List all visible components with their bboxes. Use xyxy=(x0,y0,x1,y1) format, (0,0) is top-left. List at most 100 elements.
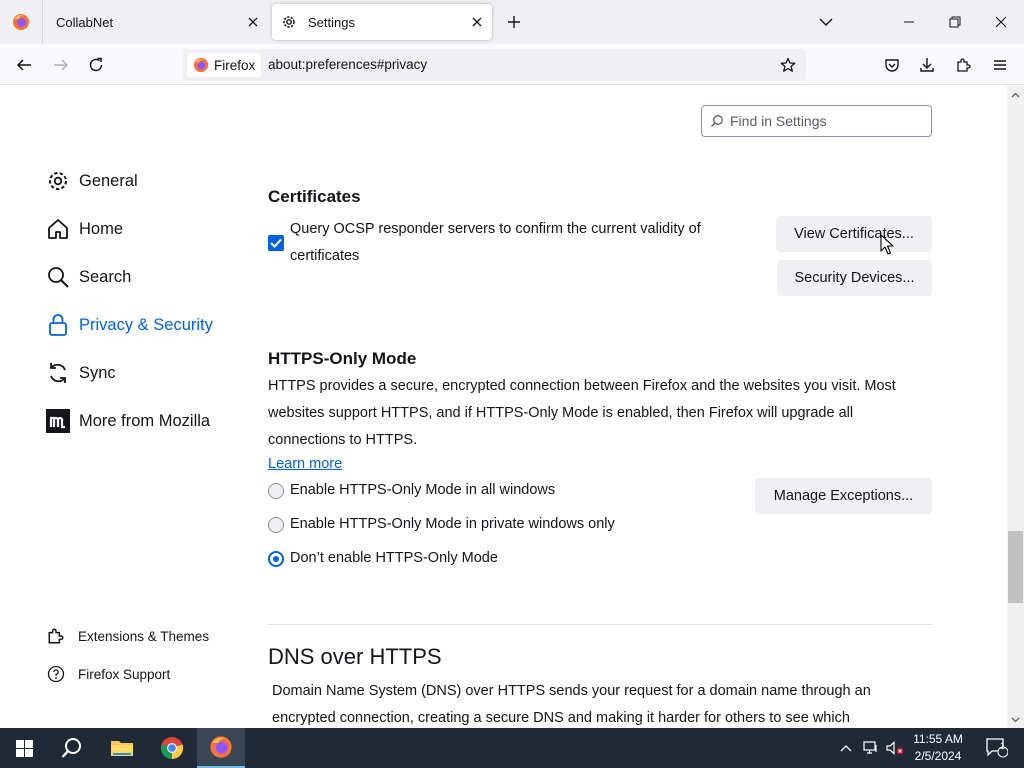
close-tab-icon[interactable] xyxy=(238,7,268,37)
url-text[interactable]: about:preferences#privacy xyxy=(268,57,427,72)
dns-over-https-description: Domain Name System (DNS) over HTTPS send… xyxy=(272,683,871,726)
close-icon xyxy=(995,16,1007,28)
sidebar-item-label: General xyxy=(79,171,138,190)
sidebar-link-firefox-support[interactable]: Firefox Support xyxy=(46,662,170,686)
reload-icon xyxy=(89,57,103,72)
puzzle-icon xyxy=(957,58,971,72)
clock-time: 11:55 AM xyxy=(913,732,963,746)
sidebar-item-general[interactable]: General xyxy=(45,165,138,197)
hamburger-menu-icon xyxy=(994,60,1006,70)
bookmark-star-button[interactable] xyxy=(774,51,802,79)
section-divider xyxy=(268,624,932,625)
firefox-view-button[interactable] xyxy=(0,0,42,44)
manage-exceptions-button[interactable]: Manage Exceptions... xyxy=(755,478,932,514)
taskbar-chrome[interactable] xyxy=(148,728,196,768)
puzzle-icon xyxy=(46,626,66,646)
extensions-button[interactable] xyxy=(949,50,979,80)
radio-label: Enable HTTPS-Only Mode in all windows xyxy=(290,482,556,498)
taskbar-clock[interactable]: 11:55 AM 2/5/2024 xyxy=(906,731,970,765)
scroll-up-arrow-icon[interactable] xyxy=(1007,86,1024,103)
taskbar-firefox[interactable] xyxy=(197,728,245,768)
search-icon xyxy=(711,115,723,127)
learn-more-link[interactable]: Learn more xyxy=(268,456,342,472)
search-icon xyxy=(45,264,71,290)
home-icon xyxy=(45,216,71,242)
show-hidden-icons-button[interactable] xyxy=(836,728,856,768)
checkmark-icon xyxy=(270,238,282,248)
pocket-icon xyxy=(885,59,899,72)
firefox-logo-icon xyxy=(193,57,209,73)
scroll-down-arrow-icon[interactable] xyxy=(1007,711,1024,728)
scrollbar-thumb[interactable] xyxy=(1008,531,1023,603)
mouse-cursor-icon xyxy=(880,234,894,255)
minimize-icon xyxy=(904,21,914,23)
close-tab-icon[interactable] xyxy=(462,7,492,37)
gear-icon xyxy=(274,14,304,30)
restore-button[interactable] xyxy=(932,0,978,44)
radio-label: Don’t enable HTTPS-Only Mode xyxy=(290,550,498,566)
forward-button[interactable] xyxy=(46,50,76,80)
volume-tray-icon[interactable] xyxy=(884,728,906,768)
pocket-button[interactable] xyxy=(877,50,907,80)
sidebar-item-label: Home xyxy=(79,219,124,238)
tab-strip: CollabNet Settings xyxy=(0,0,1024,44)
tab-settings[interactable]: Settings xyxy=(272,4,492,40)
close-window-button[interactable] xyxy=(978,0,1024,44)
tab-collabnet[interactable]: CollabNet xyxy=(42,0,268,44)
search-input[interactable] xyxy=(730,113,920,129)
download-icon xyxy=(920,58,934,72)
reload-button[interactable] xyxy=(81,50,111,80)
sidebar-item-sync[interactable]: Sync xyxy=(45,357,116,389)
taskbar-file-explorer[interactable] xyxy=(98,728,146,768)
plus-icon xyxy=(508,16,520,28)
sidebar-item-search[interactable]: Search xyxy=(45,261,131,293)
sidebar-item-more-from-mozilla[interactable]: More from Mozilla xyxy=(45,405,210,437)
page-scrollbar[interactable] xyxy=(1007,86,1024,728)
folder-icon xyxy=(111,741,133,756)
downloads-button[interactable] xyxy=(912,50,942,80)
star-icon xyxy=(780,57,796,72)
find-in-settings[interactable] xyxy=(701,105,932,137)
volume-muted-icon xyxy=(886,741,904,755)
https-disabled-radio[interactable] xyxy=(268,551,284,567)
new-tab-button[interactable] xyxy=(500,8,528,36)
start-button[interactable] xyxy=(0,728,48,768)
windows-taskbar: 11:55 AM 2/5/2024 1 xyxy=(0,728,1024,768)
network-tray-icon[interactable] xyxy=(860,728,882,768)
https-private-windows-radio[interactable] xyxy=(268,517,284,533)
security-devices-button[interactable]: Security Devices... xyxy=(777,260,932,296)
sidebar-item-home[interactable]: Home xyxy=(45,213,123,245)
chevron-down-icon xyxy=(819,18,833,26)
minimize-button[interactable] xyxy=(886,0,932,44)
https-all-windows-radio[interactable] xyxy=(268,483,284,499)
url-bar[interactable]: Firefox about:preferences#privacy xyxy=(183,49,806,81)
view-certificates-button[interactable]: View Certificates... xyxy=(776,216,932,252)
gear-icon xyxy=(45,168,71,194)
dns-over-https-heading: DNS over HTTPS xyxy=(268,644,442,669)
help-icon xyxy=(46,664,66,684)
search-icon xyxy=(61,738,81,758)
certificates-heading: Certificates xyxy=(268,187,361,206)
sync-icon xyxy=(45,360,71,386)
ocsp-checkbox[interactable] xyxy=(268,235,284,251)
sidebar-item-label: Search xyxy=(79,267,132,286)
notifications-button[interactable]: 1 xyxy=(980,728,1014,768)
settings-content: General Home Search Privacy & Security S… xyxy=(0,86,1007,728)
sidebar-item-label: More from Mozilla xyxy=(79,411,211,430)
taskbar-search-button[interactable] xyxy=(48,728,96,768)
identity-label: Firefox xyxy=(214,57,256,73)
firefox-logo-icon xyxy=(13,14,29,30)
back-button[interactable] xyxy=(9,50,39,80)
sidebar-item-privacy-security[interactable]: Privacy & Security xyxy=(45,309,213,341)
app-menu-button[interactable] xyxy=(985,50,1015,80)
sidebar-link-extensions-themes[interactable]: Extensions & Themes xyxy=(46,624,209,648)
identity-box[interactable]: Firefox xyxy=(187,53,262,77)
list-all-tabs-button[interactable] xyxy=(812,8,840,36)
radio-label: Enable HTTPS-Only Mode in private window… xyxy=(290,516,615,532)
arrow-left-icon xyxy=(16,59,31,71)
ocsp-label: Query OCSP responder servers to confirm … xyxy=(290,221,701,264)
chrome-icon xyxy=(160,737,184,760)
restore-icon xyxy=(949,16,961,28)
lock-icon xyxy=(45,312,71,338)
navigation-toolbar: Firefox about:preferences#privacy xyxy=(0,44,1024,85)
